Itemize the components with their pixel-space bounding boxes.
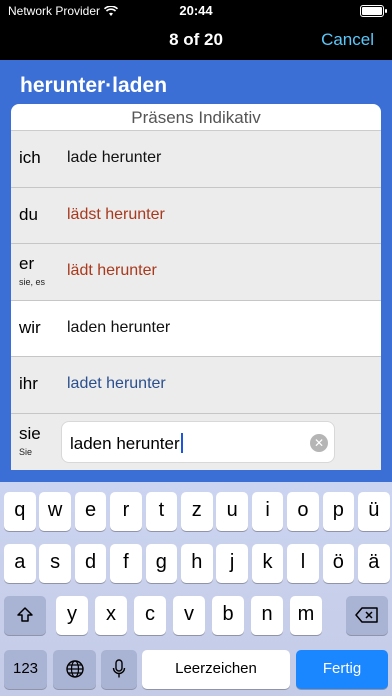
key-n[interactable]: n [251, 596, 283, 635]
verb-title: herunter·laden [20, 74, 168, 97]
key-e[interactable]: e [74, 492, 107, 531]
conjugation-row-du: du lädst herunter [11, 187, 381, 244]
key-j[interactable]: j [216, 544, 248, 583]
globe-key[interactable] [53, 650, 96, 689]
key-b[interactable]: b [212, 596, 244, 635]
answer-input-value[interactable]: laden herunter [70, 432, 183, 454]
key-w[interactable]: w [39, 492, 71, 531]
key-r[interactable]: r [110, 492, 142, 531]
key-ö[interactable]: ö [322, 544, 355, 583]
key-o[interactable]: o [287, 492, 319, 531]
navigation-bar: 8 of 20 Cancel [0, 24, 392, 58]
verb-form: laden herunter [67, 318, 171, 336]
key-u[interactable]: u [216, 492, 248, 531]
conjugation-row-ihr: ihr ladet herunter [11, 357, 381, 414]
shift-icon [17, 607, 33, 622]
pronoun-sublabel: Sie [19, 446, 33, 457]
key-a[interactable]: a [4, 544, 36, 583]
key-p[interactable]: p [322, 492, 355, 531]
tense-header: Präsens Indikativ [11, 104, 381, 131]
clear-icon[interactable]: ✕ [310, 433, 328, 452]
key-t[interactable]: t [145, 492, 178, 531]
globe-icon [65, 660, 84, 678]
key-s[interactable]: s [39, 544, 71, 583]
key-k[interactable]: k [251, 544, 284, 583]
verb-form: ladet herunter [67, 375, 166, 392]
key-d[interactable]: d [74, 544, 107, 583]
conjugation-row-ich: ich lade herunter [11, 131, 381, 188]
pronoun-label: er [19, 254, 35, 273]
dictation-key[interactable] [101, 650, 137, 689]
conjugation-row-er: er sie, es lädt herunter [11, 244, 381, 301]
key-y[interactable]: y [56, 596, 88, 635]
key-l[interactable]: l [287, 544, 319, 583]
key-z[interactable]: z [181, 492, 213, 531]
space-key[interactable]: Leerzeichen [142, 650, 290, 689]
key-c[interactable]: c [134, 596, 166, 635]
battery-icon [360, 5, 387, 17]
numbers-key[interactable]: 123 [4, 650, 47, 689]
pronoun-sublabel: sie, es [19, 277, 46, 287]
answer-input[interactable]: laden herunter ✕ [61, 420, 335, 463]
verb-form: lädst herunter [67, 205, 165, 223]
key-q[interactable]: q [4, 492, 36, 531]
key-f[interactable]: f [110, 544, 142, 583]
clock: 20:44 [179, 3, 213, 18]
text-caret [180, 432, 183, 453]
microphone-icon [112, 659, 126, 678]
pronoun-label: ich [19, 148, 41, 167]
delete-key[interactable] [346, 596, 388, 635]
verb-form: lädt herunter [67, 262, 157, 279]
key-m[interactable]: m [290, 596, 322, 635]
key-v[interactable]: v [173, 596, 205, 635]
return-key[interactable]: Fertig [296, 650, 388, 689]
key-x[interactable]: x [95, 596, 127, 635]
pronoun-label: ihr [19, 374, 38, 393]
pronoun-label: du [19, 204, 38, 224]
key-h[interactable]: h [181, 544, 213, 583]
shift-key[interactable] [4, 596, 46, 635]
pronoun-label: wir [19, 317, 41, 337]
status-bar: Network Provider 20:44 [0, 0, 392, 22]
conjugation-row-sie: sie Sie laden herunter ✕ [11, 413, 381, 470]
key-ü[interactable]: ü [358, 492, 390, 531]
pronoun-label: sie [19, 423, 41, 443]
top-bar: Network Provider 20:44 8 of 20 Cancel [0, 0, 392, 60]
backspace-icon [355, 607, 378, 623]
keyboard: qwertzuiopü asdfghjklöä yxcvbnm 123 Leer… [0, 482, 392, 696]
cancel-button[interactable]: Cancel [321, 30, 374, 50]
conjugation-table: Präsens Indikativ ich lade herunter du l… [11, 104, 381, 470]
key-g[interactable]: g [145, 544, 178, 583]
conjugation-row-wir: wir laden herunter [11, 301, 381, 357]
key-i[interactable]: i [251, 492, 284, 531]
key-ä[interactable]: ä [358, 544, 390, 583]
verb-form: lade herunter [67, 149, 162, 166]
